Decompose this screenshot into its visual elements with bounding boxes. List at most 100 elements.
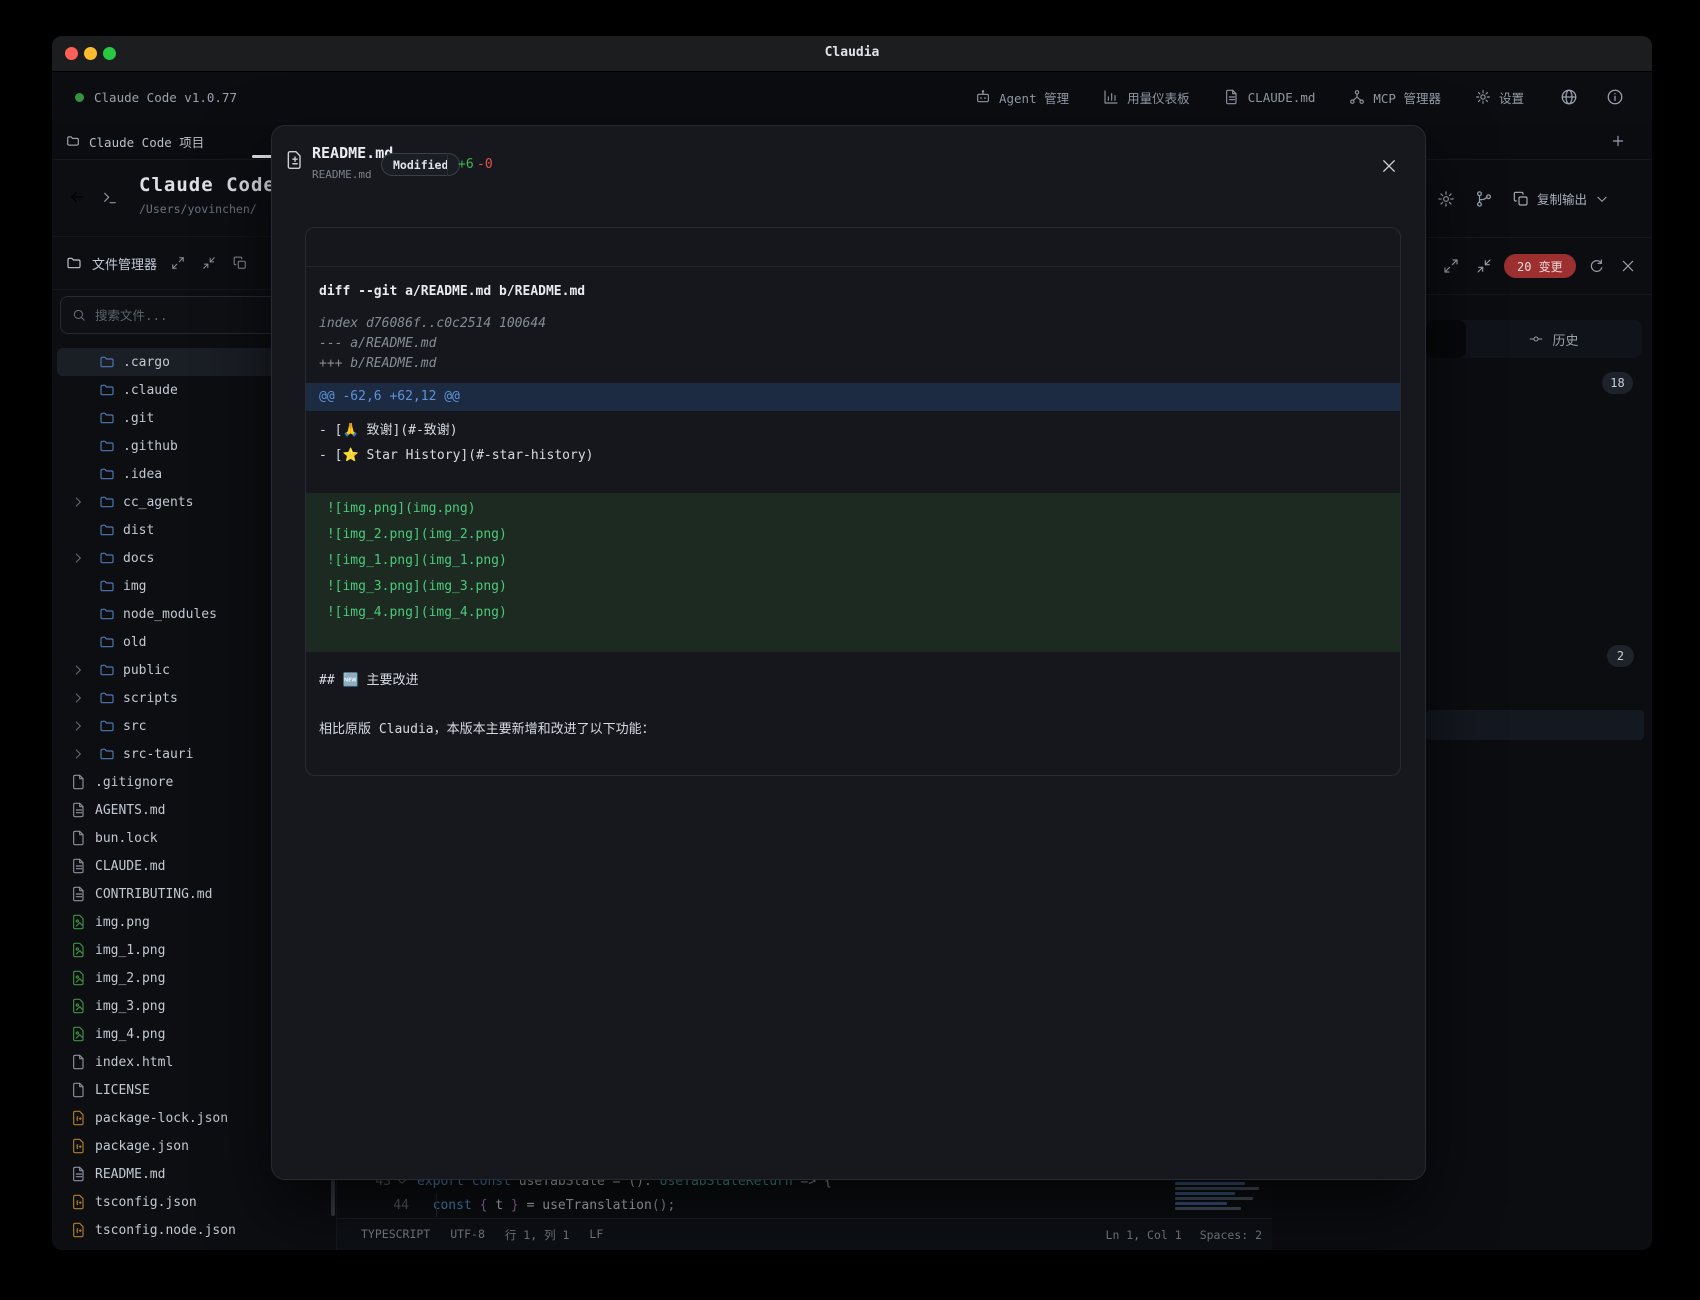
i-gear-icon	[1475, 89, 1491, 105]
chevron-right-icon	[71, 691, 91, 705]
code-line-44[interactable]: 44 const { t } = useTranslation();	[337, 1193, 1272, 1217]
tab-claude-code-projects[interactable]: Claude Code 项目	[52, 122, 218, 160]
doc-icon	[71, 802, 87, 818]
tree-item-label: .cargo	[123, 355, 170, 370]
tree-item-label: old	[123, 635, 146, 650]
search-input[interactable]	[95, 308, 295, 323]
tree-item-label: tsconfig.node.json	[95, 1223, 236, 1238]
gear-icon[interactable]	[1437, 190, 1455, 208]
window-title: Claudia	[52, 45, 1652, 60]
tree-item-label: node_modules	[123, 607, 217, 622]
diff-added-line: ![img_1.png](img_1.png)	[306, 548, 1400, 574]
app-header: Claude Code v1.0.77 Agent 管理用量仪表板CLAUDE.…	[52, 72, 1652, 122]
collapse-diff-button[interactable]	[1476, 258, 1492, 274]
file-change-count-badge: 18	[1602, 372, 1633, 394]
folder-icon	[99, 606, 115, 622]
folder-icon	[99, 662, 115, 678]
diff-meta-line: index d76086f..c0c2514 100644	[306, 314, 1400, 334]
folder-icon	[99, 382, 115, 398]
project-title: Claude Code	[139, 174, 276, 196]
tree-item-label: public	[123, 663, 170, 678]
expand-diff-button[interactable]	[1443, 258, 1459, 274]
diff-context-text: 相比原版 Claudia，本版本主要新增和改进了以下功能：	[306, 718, 1400, 742]
file-change-count-badge: 2	[1607, 645, 1634, 667]
modified-badge: Modified	[381, 153, 460, 176]
image-icon	[71, 1026, 87, 1042]
collapse-panel-button[interactable]	[202, 256, 216, 270]
menu-item-用量仪表板[interactable]: 用量仪表板	[1103, 88, 1190, 107]
close-modal-button[interactable]	[1380, 152, 1408, 180]
app-window: Claudia Claude Code v1.0.77 Agent 管理用量仪表…	[52, 36, 1652, 1250]
editor-status-bar: TYPESCRIPTUTF-8行 1, 列 1LF Ln 1, Col 1Spa…	[337, 1218, 1272, 1250]
copy-path-button[interactable]	[233, 256, 247, 270]
close-panel-icon[interactable]	[1620, 258, 1636, 274]
chevron-down-icon	[1595, 192, 1609, 206]
tree-item-label: package-lock.json	[95, 1111, 228, 1126]
chevron-right-icon	[71, 495, 91, 509]
diff-added-block: ![img.png](img.png) ![img_2.png](img_2.p…	[306, 493, 1400, 652]
tree-item-tsconfig.node.json[interactable]: tsconfig.node.json	[57, 1216, 332, 1244]
copy-icon	[1513, 191, 1529, 207]
tree-item-label: img_2.png	[95, 971, 165, 986]
folder-icon	[99, 466, 115, 482]
tree-item-label: .github	[123, 439, 178, 454]
copy-output-button[interactable]: 复制输出	[1513, 189, 1609, 208]
right-panel: 复制输出 20 变更 历史 18 2	[1426, 160, 1652, 1250]
tree-item-tsconfig.json[interactable]: tsconfig.json	[57, 1188, 332, 1216]
chevron-right-icon	[71, 719, 91, 733]
chevron-right-icon	[71, 747, 91, 761]
changes-controls: 20 变更	[1426, 238, 1652, 295]
back-button[interactable]	[68, 188, 86, 206]
status-item: 行 1, 列 1	[505, 1227, 570, 1243]
folder-icon	[99, 494, 115, 510]
refresh-icon[interactable]	[1588, 258, 1604, 274]
line-number: 44	[337, 1198, 417, 1213]
info-button[interactable]	[1606, 88, 1624, 106]
output-toolbar: 复制输出	[1426, 160, 1652, 238]
top-menu: Agent 管理 用量仪表板 CLAUDE.md MCP 管理器 设置	[975, 88, 1524, 107]
diff-added-line: ![img_2.png](img_2.png)	[306, 522, 1400, 548]
diff-card: diff --git a/README.md b/README.md index…	[305, 227, 1401, 776]
json-icon	[71, 1222, 87, 1238]
folder-icon	[66, 255, 82, 271]
tree-item-label: README.md	[95, 1167, 165, 1182]
selected-change-row[interactable]	[1426, 710, 1644, 740]
diff-empty-line	[306, 468, 1400, 493]
menu-item-MCP 管理器[interactable]: MCP 管理器	[1349, 88, 1441, 107]
diff-context-heading: ## 🆕 主要改进	[306, 669, 1400, 693]
changes-count-badge[interactable]: 20 变更	[1504, 254, 1576, 278]
doc-icon	[71, 1166, 87, 1182]
status-item: LF	[589, 1227, 603, 1243]
deletions-count: -0	[477, 157, 493, 172]
file-icon	[71, 1082, 87, 1098]
i-network-icon	[1349, 89, 1365, 105]
tree-item-label: src-tauri	[123, 747, 193, 762]
tree-item-label: docs	[123, 551, 154, 566]
indent-guide	[436, 1193, 437, 1217]
diff-added-line: ![img_3.png](img_3.png)	[306, 574, 1400, 600]
chevron-right-icon	[71, 663, 91, 677]
diff-modal: README.md README.md Modified +6 -0 diff …	[271, 125, 1426, 1180]
tree-item-label: dist	[123, 523, 154, 538]
diff-hunk-line: @@ -62,6 +62,12 @@	[306, 383, 1400, 411]
git-branch-icon[interactable]	[1475, 190, 1493, 208]
tree-item-label: index.html	[95, 1055, 173, 1070]
tab-history[interactable]: 历史	[1466, 320, 1642, 358]
diff-header-line: diff --git a/README.md b/README.md	[306, 280, 1400, 304]
diff-card-header	[306, 228, 1400, 267]
new-tab-button[interactable]	[1610, 130, 1632, 152]
tree-item-label: cc_agents	[123, 495, 193, 510]
menu-item-Agent 管理[interactable]: Agent 管理	[975, 88, 1069, 107]
editor-minimap[interactable]	[1175, 1182, 1263, 1218]
json-icon	[71, 1138, 87, 1154]
menu-item-设置[interactable]: 设置	[1475, 88, 1524, 107]
folder-icon	[99, 746, 115, 762]
menu-item-CLAUDE.md[interactable]: CLAUDE.md	[1224, 89, 1316, 105]
expand-panel-button[interactable]	[171, 256, 185, 270]
sidebar-scrollbar[interactable]	[331, 1180, 335, 1216]
language-globe-button[interactable]	[1560, 88, 1578, 106]
tab-changes-fragment[interactable]	[1426, 320, 1466, 358]
doc-icon	[71, 886, 87, 902]
image-icon	[71, 942, 87, 958]
tree-item-label: .gitignore	[95, 775, 173, 790]
